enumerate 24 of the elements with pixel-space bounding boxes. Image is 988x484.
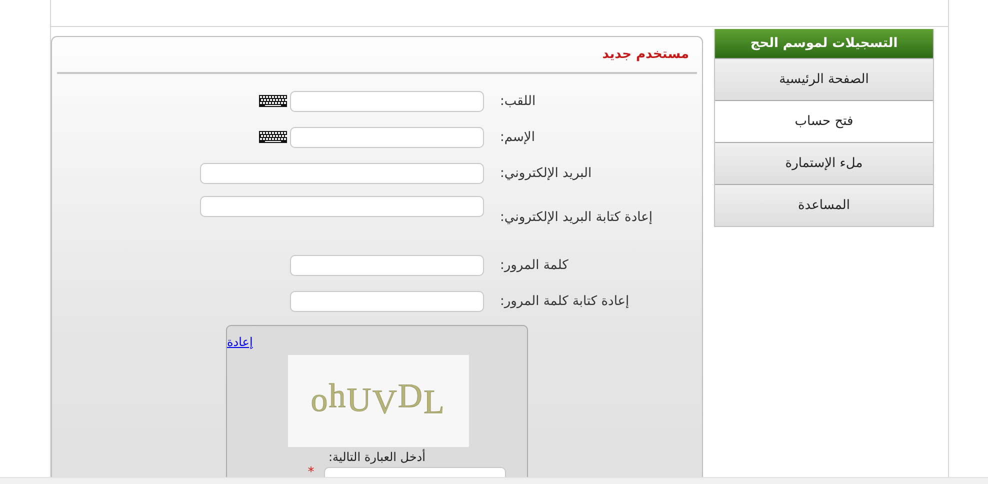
captcha-text: ohUVDL: [310, 378, 445, 421]
field-label: كلمة المرور:: [500, 258, 570, 272]
sidebar-item[interactable]: الصفحة الرئيسية: [715, 58, 933, 100]
field-label: البريد الإلكتروني:: [500, 166, 593, 180]
sidebar-item[interactable]: ملء الإستمارة: [715, 142, 933, 184]
sidebar-item[interactable]: المساعدة: [715, 184, 933, 226]
input-field[interactable]: [290, 290, 484, 312]
keyboard-icon[interactable]: [259, 131, 287, 143]
keyboard-icon[interactable]: [259, 95, 287, 107]
input-field[interactable]: [290, 126, 484, 148]
refresh-link[interactable]: إعادة: [227, 335, 253, 349]
panel-title: مستخدم جديد: [602, 47, 689, 62]
field-label: إعادة كتابة كلمة المرور:: [500, 294, 630, 308]
horizontal-scrollbar[interactable]: [0, 477, 988, 484]
input-field[interactable]: [290, 254, 484, 276]
input-field[interactable]: [290, 90, 484, 112]
input-field[interactable]: [200, 196, 484, 217]
field-label: اللقب:: [500, 94, 537, 108]
captcha-prompt: أدخل العبارة التالية:: [328, 450, 426, 464]
sidebar-title: التسجيلات لموسم الحج: [715, 29, 933, 58]
field-label: الإسم:: [500, 130, 536, 144]
field-label: إعادة كتابة البريد الإلكتروني:: [500, 210, 654, 225]
required-mark: *: [308, 467, 314, 477]
input-field[interactable]: [200, 162, 484, 184]
